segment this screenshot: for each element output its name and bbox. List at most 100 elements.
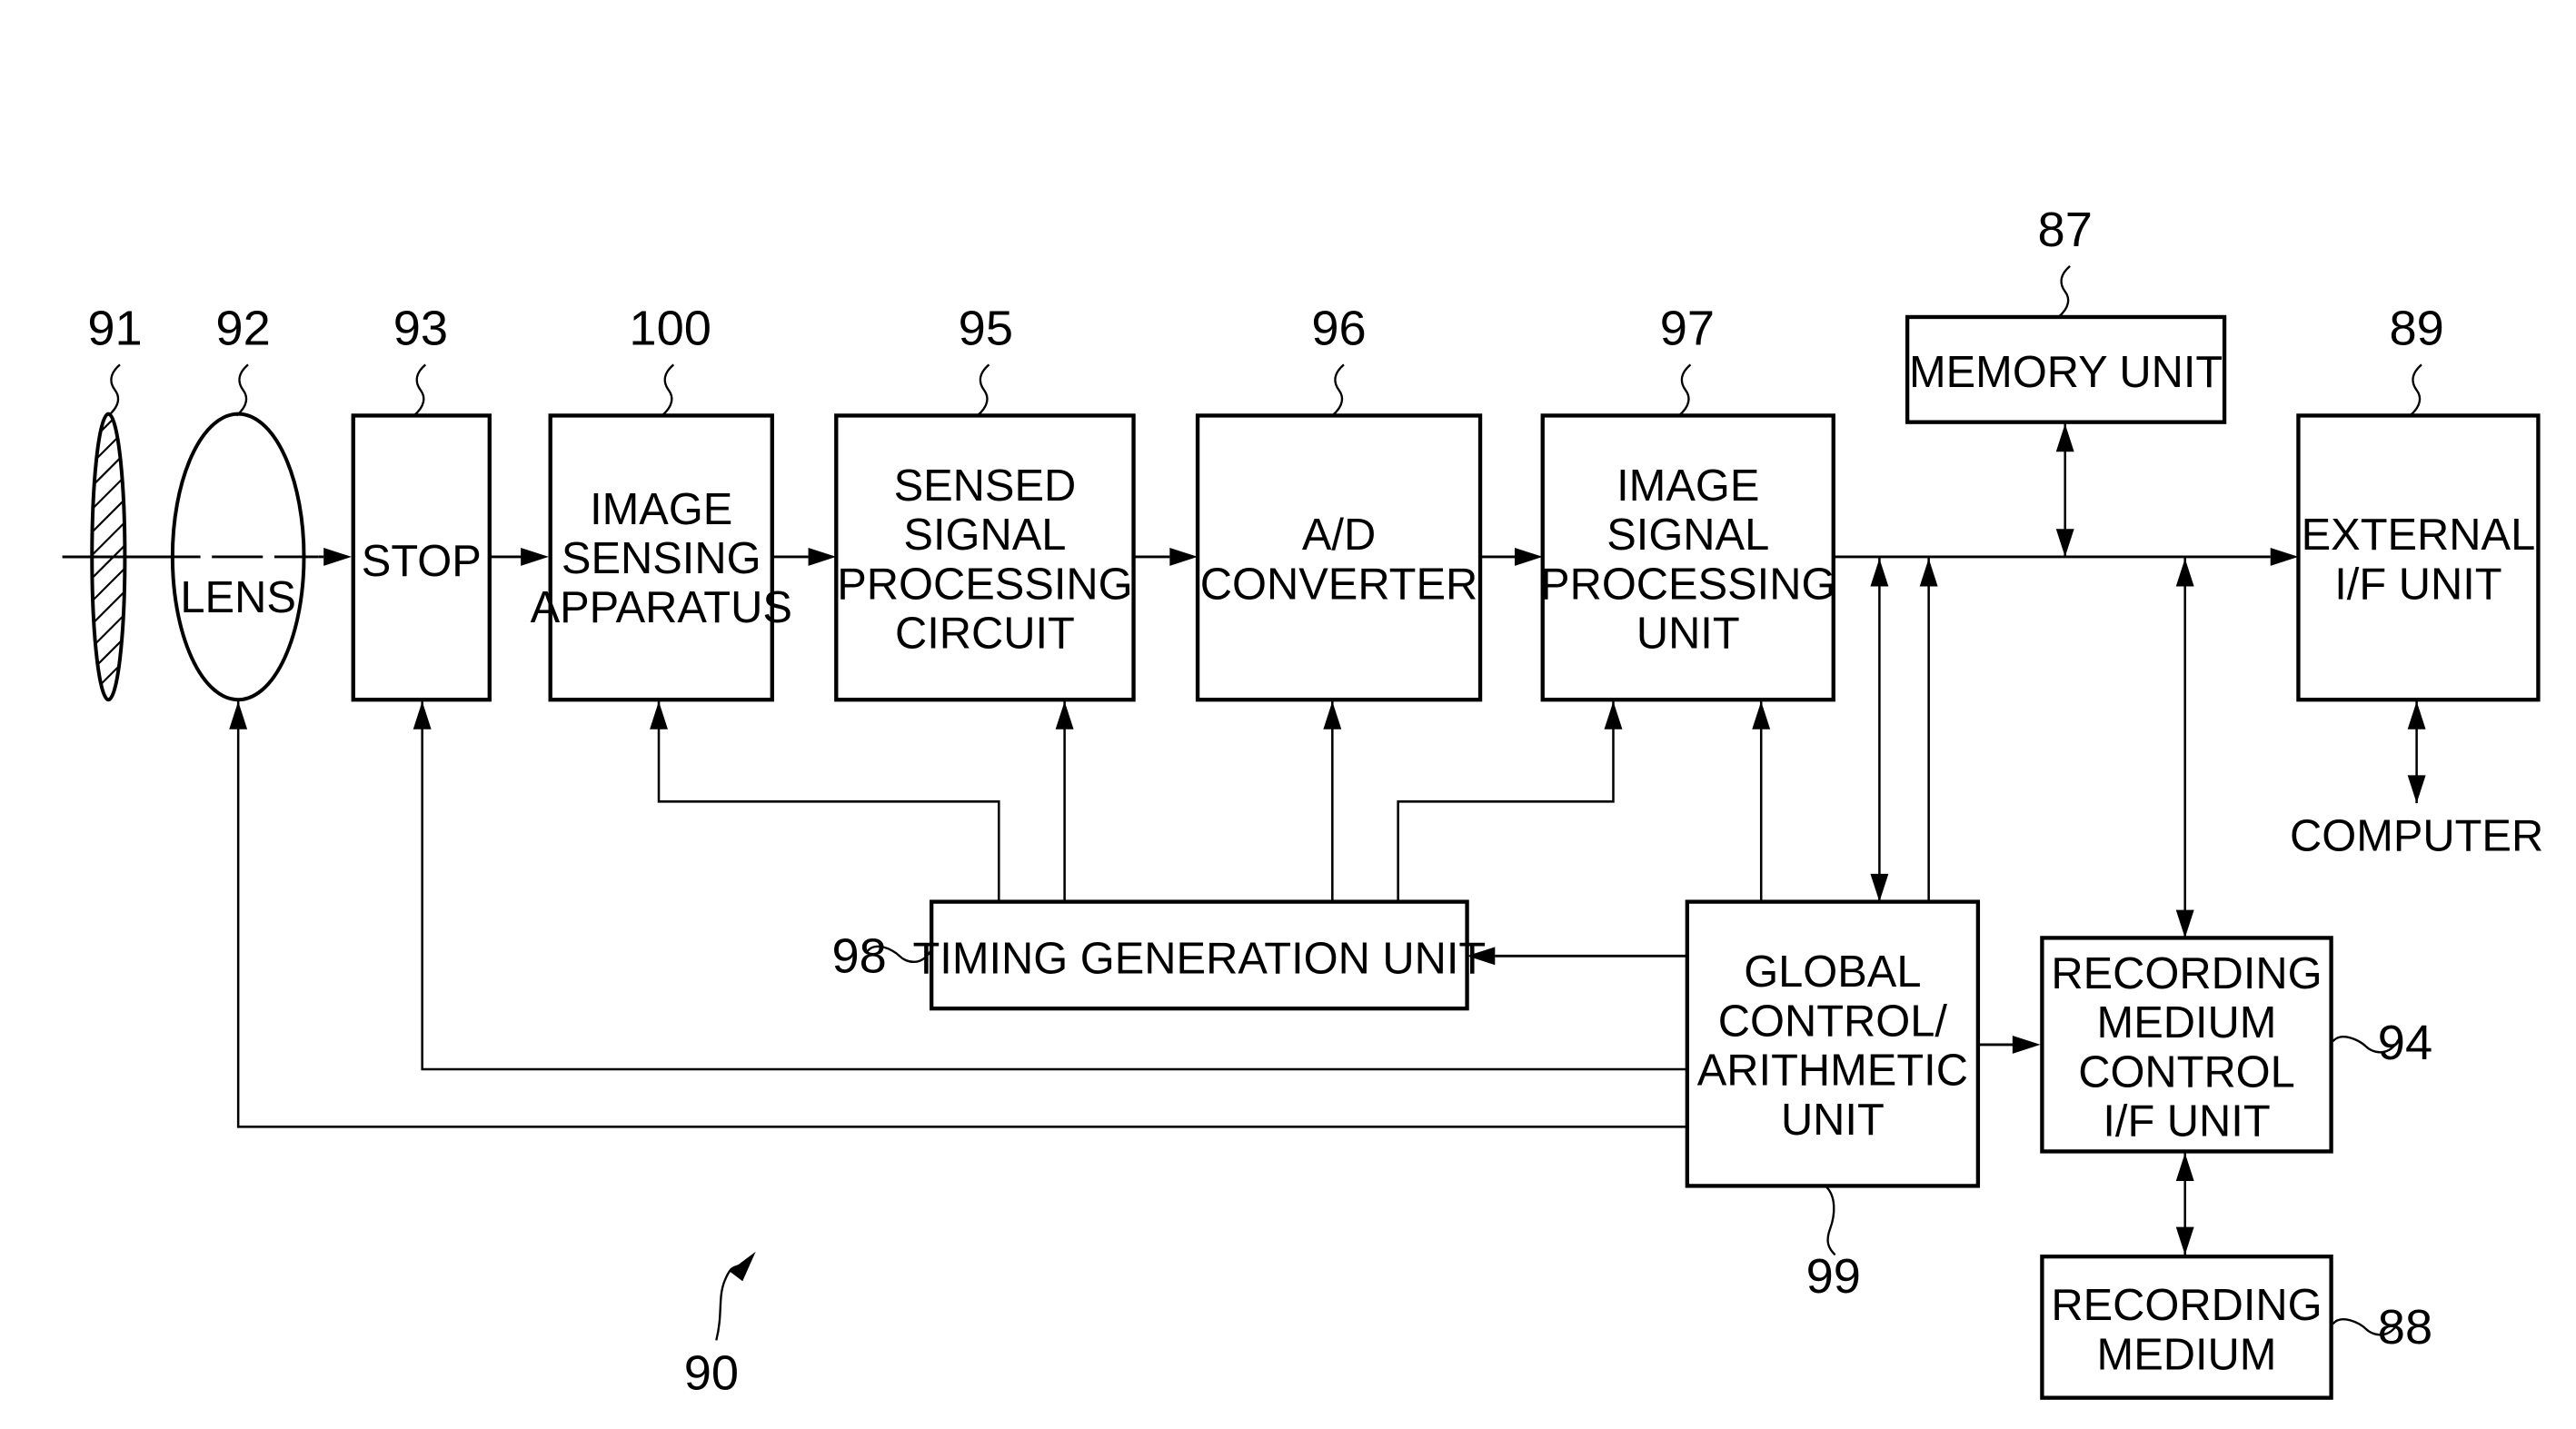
hatch-line: [92, 534, 125, 590]
hatch-line: [92, 695, 125, 700]
block-diagram: LENSSTOPIMAGESENSINGAPPARATUSSENSEDSIGNA…: [0, 0, 2576, 1429]
timing-block: TIMING GENERATION UNIT: [912, 899, 1486, 1011]
global-control-label-line: CONTROL/: [1718, 997, 1948, 1046]
reference-numeral-92: 92: [215, 302, 270, 356]
rec-ctrl-label-line: I/F UNIT: [2103, 1097, 2270, 1146]
arrowhead-icon: [2175, 909, 2194, 938]
leader-line: [1678, 363, 1692, 417]
sensed-signal-label-line: SENSED: [894, 461, 1077, 511]
optical-filter: [62, 412, 172, 772]
external-if-block: EXTERNALI/F UNIT: [2296, 413, 2541, 702]
computer-label: COMPUTER: [2290, 812, 2543, 861]
arrowhead-icon: [2175, 1153, 2194, 1181]
leader-line: [977, 363, 990, 417]
reference-numeral-99: 99: [1806, 1249, 1861, 1304]
hatch-line: [92, 603, 125, 658]
hatch-line: [92, 557, 125, 612]
hatch-line: [92, 465, 125, 521]
leader-line: [2057, 265, 2071, 318]
memory-block: MEMORY UNIT: [1905, 314, 2227, 424]
lens-label-line: LENS: [180, 573, 295, 622]
reference-numeral-93: 93: [393, 302, 448, 356]
leader-line: [1331, 363, 1345, 417]
leader-line: [107, 363, 121, 417]
component-blocks: LENSSTOPIMAGESENSINGAPPARATUSSENSEDSIGNA…: [62, 314, 2543, 1400]
arrowhead-icon: [1055, 701, 1074, 729]
image-sensing-label-line: IMAGE: [590, 485, 732, 534]
arrowhead-icon: [413, 701, 432, 729]
arrowhead-icon: [2012, 1035, 2041, 1054]
leader-line: [2409, 363, 2422, 417]
hatch-line: [92, 626, 125, 681]
axis-arrowhead-icon: [323, 547, 352, 566]
arrowhead-icon: [2055, 529, 2074, 557]
arrowhead-icon: [1752, 701, 1771, 729]
rec-ctrl-label-line: RECORDING: [2051, 949, 2322, 998]
image-signal-label-line: IMAGE: [1616, 461, 1759, 511]
timing-to-sensor-wire: [657, 701, 1000, 902]
rec-ctrl-label-line: CONTROL: [2078, 1047, 2295, 1097]
arrowhead-icon: [2175, 1226, 2194, 1255]
arrowhead-icon: [1870, 873, 1889, 902]
ad-converter-block: A/DCONVERTER: [1195, 413, 1483, 702]
arrowhead-icon: [2407, 775, 2426, 804]
external-if-label-line: EXTERNAL: [2302, 511, 2536, 560]
hatch-line: [92, 413, 125, 428]
arrowhead-icon: [808, 547, 837, 566]
hatch-line: [92, 413, 125, 452]
image-signal-block: IMAGESIGNALPROCESSINGUNIT: [1540, 413, 1835, 702]
image-sensing-block: IMAGESENSINGAPPARATUS: [531, 413, 792, 702]
reference-numeral-97: 97: [1660, 302, 1715, 356]
external-if-label-line: I/F UNIT: [2334, 560, 2501, 609]
stop-label-line: STOP: [362, 537, 482, 586]
arrowhead-icon: [521, 547, 549, 566]
global-to-stop-wire: [421, 701, 1687, 1071]
global-control-label-line: UNIT: [1781, 1096, 1885, 1145]
hatch-line: [92, 650, 125, 700]
timing-label-line: TIMING GENERATION UNIT: [912, 935, 1486, 984]
arrowhead-icon: [1604, 701, 1623, 729]
reference-numeral-94: 94: [2378, 1016, 2432, 1070]
image-sensing-label-line: SENSING: [562, 534, 761, 583]
stop-block: STOP: [351, 413, 492, 702]
arrowhead-icon: [1169, 547, 1198, 566]
sensed-signal-block: SENSEDSIGNALPROCESSINGCIRCUIT: [834, 413, 1136, 702]
arrowhead-icon: [2055, 423, 2074, 452]
rec-medium-label-line: RECORDING: [2051, 1281, 2322, 1330]
image-signal-label-line: UNIT: [1636, 610, 1740, 659]
hatch-line: [92, 581, 125, 635]
reference-numeral-96: 96: [1311, 302, 1366, 356]
memory-label-line: MEMORY UNIT: [1909, 348, 2223, 397]
sensed-signal-label-line: PROCESSING: [837, 560, 1132, 609]
bus-arrowhead-icon: [2270, 547, 2299, 566]
leader-line: [235, 363, 249, 417]
hatch-line: [82, 719, 134, 772]
lens-element: LENS: [170, 412, 306, 702]
reference-numeral-91: 91: [87, 302, 142, 356]
global-control-block: GLOBALCONTROL/ARITHMETICUNIT: [1685, 899, 1981, 1188]
global-control-label-line: GLOBAL: [1744, 948, 1921, 997]
ad-converter-label-line: A/D: [1302, 511, 1376, 560]
reference-numeral-98: 98: [831, 928, 886, 983]
arrowhead-icon: [1870, 558, 1889, 587]
global-control-label-line: ARITHMETIC: [1697, 1047, 1968, 1096]
ad-converter-label-line: CONVERTER: [1200, 560, 1477, 609]
image-sensing-label-line: APPARATUS: [531, 583, 792, 632]
reference-numeral-95: 95: [959, 302, 1013, 356]
figure-pointer-arrowhead-icon: [729, 1251, 756, 1282]
sensed-signal-label-line: SIGNAL: [903, 511, 1066, 560]
leader-line: [1824, 1185, 1836, 1256]
image-signal-label-line: SIGNAL: [1606, 511, 1769, 560]
rec-ctrl-label-line: MEDIUM: [2097, 998, 2277, 1047]
reference-numeral-87: 87: [2038, 203, 2093, 257]
leader-line: [413, 363, 427, 417]
arrowhead-icon: [650, 701, 668, 729]
figure-reference-numeral: 90: [684, 1346, 739, 1401]
filter-hatching: [82, 413, 134, 772]
rec-ctrl-block: RECORDINGMEDIUMCONTROLI/F UNIT: [2040, 936, 2333, 1154]
arrowhead-icon: [2175, 558, 2194, 587]
sensed-signal-label-line: CIRCUIT: [895, 610, 1075, 659]
hatch-line: [92, 489, 125, 543]
arrowhead-icon: [1919, 558, 1938, 587]
reference-numeral-88: 88: [2378, 1300, 2432, 1355]
